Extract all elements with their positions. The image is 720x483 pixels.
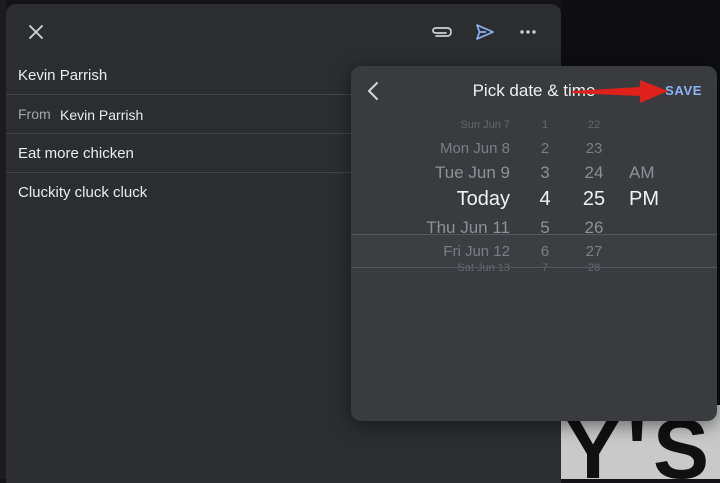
- picker-row[interactable]: Thu Jun 11 5 26: [351, 218, 717, 244]
- picker-day: Mon Jun 8: [439, 140, 510, 157]
- picker-minute: 27: [585, 243, 603, 260]
- close-icon: [29, 25, 43, 39]
- attach-button[interactable]: [428, 18, 456, 46]
- picker-day: Sun Jun 7: [460, 119, 510, 132]
- picker-row-selected[interactable]: Today 4 25 PM: [351, 188, 717, 214]
- picker-hour: 6: [540, 243, 550, 260]
- from-value: Kevin Parrish: [60, 107, 144, 123]
- paperclip-icon: [432, 27, 452, 37]
- picker-hour: 3: [540, 162, 550, 182]
- picker-minute: 25: [582, 188, 606, 210]
- picker-day: Fri Jun 12: [443, 243, 510, 260]
- more-horizontal-icon: [520, 30, 536, 34]
- from-label: From: [18, 106, 51, 122]
- message-body[interactable]: Cluckity cluck cluck: [18, 184, 147, 201]
- picker-hour: 7: [541, 262, 549, 275]
- picker-day: Today: [456, 188, 510, 210]
- picker-minute: 24: [584, 162, 604, 182]
- picker-day: Tue Jun 9: [435, 162, 510, 182]
- send-button[interactable]: [471, 18, 499, 46]
- picker-day: Thu Jun 11: [426, 217, 510, 237]
- picker-minute: 26: [584, 217, 604, 237]
- picker-ampm: AM: [629, 162, 655, 182]
- close-button[interactable]: [22, 18, 50, 46]
- picker-day: Sat Jun 13: [457, 262, 510, 275]
- picker-hour: 5: [540, 217, 550, 237]
- to-recipient: Kevin Parrish: [18, 67, 108, 84]
- date-time-picker: Pick date & time SAVE Sun Jun 7 1 22 Mon Ju…: [351, 66, 717, 421]
- save-button[interactable]: SAVE: [665, 83, 702, 98]
- picker-minute: 23: [585, 140, 603, 157]
- compose-toolbar: [6, 4, 561, 58]
- picker-row[interactable]: Tue Jun 9 3 24 AM: [351, 163, 717, 189]
- picker-hour: 4: [539, 188, 551, 210]
- picker-header: Pick date & time SAVE: [351, 66, 717, 116]
- annotation-arrow-icon: [572, 80, 668, 103]
- picker-hour: 1: [541, 119, 549, 132]
- picker-minute: 28: [587, 262, 601, 275]
- picker-row[interactable]: Sat Jun 13 7 28: [351, 262, 717, 286]
- picker-minute: 22: [587, 119, 601, 132]
- more-options-button[interactable]: [514, 18, 542, 46]
- subject-text: Eat more chicken: [18, 145, 134, 162]
- date-time-wheel[interactable]: Sun Jun 7 1 22 Mon Jun 8 2 23 Tue Jun 9 3 24 AM To…: [351, 116, 717, 286]
- send-icon: [476, 24, 494, 40]
- picker-hour: 2: [540, 140, 550, 157]
- picker-ampm: PM: [629, 188, 659, 210]
